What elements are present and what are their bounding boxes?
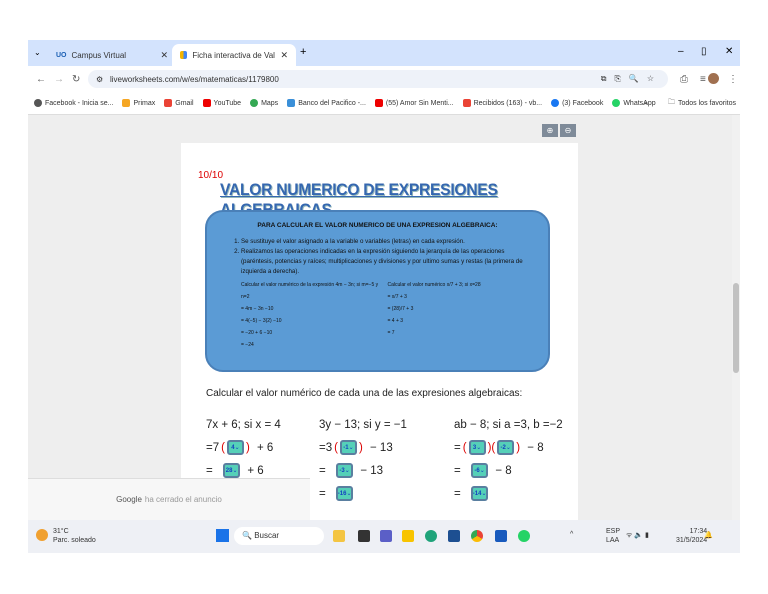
uo-icon: UO	[56, 51, 67, 59]
edge-icon[interactable]	[425, 530, 437, 542]
browser-window: ⌄ UO Campus Virtual ✕ Ficha interactiva de…	[28, 40, 740, 553]
answer-dropdown[interactable]: -14 ⌄	[471, 486, 489, 501]
scrollbar-thumb[interactable]	[733, 283, 739, 373]
problem-3: ab − 8; si a =3, b =−2 =(3 ⌄)(-2 ⌄) − 8 = …	[454, 418, 563, 501]
tray-chevron-icon[interactable]: ^	[570, 531, 573, 538]
weather-icon	[36, 529, 48, 541]
minimize-icon[interactable]: –	[678, 46, 684, 57]
bookmark[interactable]: Recibidos (163) - vb...	[462, 99, 542, 107]
bookmark[interactable]: Gmail	[164, 99, 194, 107]
bookmark[interactable]: Facebook - Inicia se...	[34, 99, 113, 107]
example-1: Calcular el valor numérico de la expresi…	[241, 282, 379, 348]
tab-campus-virtual[interactable]: UO Campus Virtual ✕	[48, 44, 176, 66]
site-settings-icon[interactable]: ⚙	[96, 75, 103, 84]
wifi-volume-battery-icons[interactable]: ᯤ 🔈 ▮	[626, 531, 649, 540]
bookmark[interactable]: (3) Facebook	[551, 99, 603, 107]
instructions-box: PARA CALCULAR EL VALOR NUMERICO DE UNA E…	[205, 210, 550, 372]
windows-start-icon[interactable]	[216, 529, 229, 542]
language-indicator[interactable]: ESP LAA	[606, 527, 620, 545]
answer-dropdown[interactable]: 4 ⌄	[226, 440, 244, 455]
worksheet: 10/10 VALOR NUMERICO DE EXPRESIONES ALGE…	[181, 143, 578, 523]
teams-icon[interactable]	[380, 530, 392, 542]
address-bar-row: ← → ↻ ⚙ liveworksheets.com/w/es/matematic…	[28, 66, 740, 92]
word-icon[interactable]	[495, 530, 507, 542]
bookmark[interactable]: YouTube	[202, 99, 241, 107]
app-icon[interactable]	[333, 530, 345, 542]
url-input[interactable]: ⚙ liveworksheets.com/w/es/matematicas/117…	[88, 70, 668, 88]
zoom-in-button[interactable]: ⊕	[542, 124, 558, 137]
bookmark[interactable]: Banco del Pacifico -...	[287, 99, 366, 107]
notification-bell-icon[interactable]: 🔔	[704, 531, 713, 539]
answer-dropdown[interactable]: 28 ⌄	[223, 463, 241, 478]
answer-dropdown[interactable]: -6 ⌄	[471, 463, 489, 478]
restore-icon[interactable]: ▯	[701, 46, 707, 57]
liveworksheets-icon	[180, 51, 188, 59]
answer-dropdown[interactable]: -2 ⌄	[497, 440, 515, 455]
close-tab-icon[interactable]: ✕	[280, 50, 288, 61]
bookmark[interactable]: Primax	[122, 99, 155, 107]
app-icon[interactable]	[358, 530, 370, 542]
taskbar: 31°C Parc. soleado 🔍 Buscar ^ ESP LAA ᯤ 🔈 …	[28, 520, 740, 553]
store-icon[interactable]	[448, 530, 460, 542]
url-actions-icons[interactable]: ⧉⎘🔍☆	[601, 74, 662, 84]
chrome-icon[interactable]	[471, 530, 483, 542]
answer-dropdown[interactable]: -1 ⌄	[339, 440, 357, 455]
bookmark[interactable]: WhatsApp	[612, 99, 656, 107]
weather-widget[interactable]: 31°C Parc. soleado	[53, 527, 96, 545]
more-bookmarks-icon[interactable]: »	[644, 100, 648, 107]
zoom-out-button[interactable]: ⊖	[560, 124, 576, 137]
back-icon[interactable]: ←	[36, 74, 46, 85]
extensions-icon[interactable]: ⎙	[680, 74, 688, 85]
taskbar-search[interactable]: 🔍 Buscar	[234, 527, 324, 545]
tab-ficha[interactable]: Ficha interactiva de Valor numé✕	[172, 44, 296, 66]
forward-icon[interactable]: →	[54, 74, 64, 85]
bookmark[interactable]: Maps	[250, 99, 278, 107]
bookmark[interactable]: (55) Amor Sin Menti...	[374, 99, 454, 107]
new-tab-icon[interactable]: +	[300, 46, 306, 58]
problem-2: 3y − 13; si y = −1 =3(-1 ⌄) − 13 = -3 ⌄ − …	[319, 418, 407, 501]
instruction: Calcular el valor numérico de cada una d…	[206, 388, 523, 399]
file-explorer-icon[interactable]	[402, 530, 414, 542]
close-window-icon[interactable]: ✕	[725, 46, 733, 57]
avatar[interactable]	[708, 73, 719, 84]
reading-list-icon[interactable]: ≡	[700, 74, 706, 85]
problem-1: 7x + 6; si x = 4 =7(4 ⌄) + 6 = 28 ⌄ + 6	[206, 418, 281, 478]
bookmarks-bar: Facebook - Inicia se... Primax Gmail You…	[28, 92, 740, 115]
scrollbar[interactable]	[732, 115, 740, 520]
closed-ad-banner: Google ha cerrado el anuncio	[28, 478, 310, 520]
example-2: Calcular el valor numérico x/7 + 3; si x…	[387, 282, 481, 336]
tab-bar: ⌄ UO Campus Virtual ✕ Ficha interactiva de…	[28, 40, 740, 66]
reload-icon[interactable]: ↻	[72, 74, 80, 85]
close-tab-icon[interactable]: ✕	[160, 50, 168, 61]
answer-dropdown[interactable]: -16 ⌄	[336, 486, 354, 501]
answer-dropdown[interactable]: -3 ⌄	[336, 463, 354, 478]
all-bookmarks[interactable]: 🗀 Todos los favoritos	[668, 98, 736, 109]
tab-list-chevron-icon[interactable]: ⌄	[34, 48, 41, 57]
whatsapp-icon[interactable]	[518, 530, 530, 542]
answer-dropdown[interactable]: 3 ⌄	[468, 440, 486, 455]
page-content: ⊕ ⊖ 10/10 VALOR NUMERICO DE EXPRESIONES …	[28, 115, 740, 523]
clock[interactable]: 17:34 31/5/2024	[676, 527, 707, 545]
menu-icon[interactable]: ⋮	[728, 74, 738, 85]
